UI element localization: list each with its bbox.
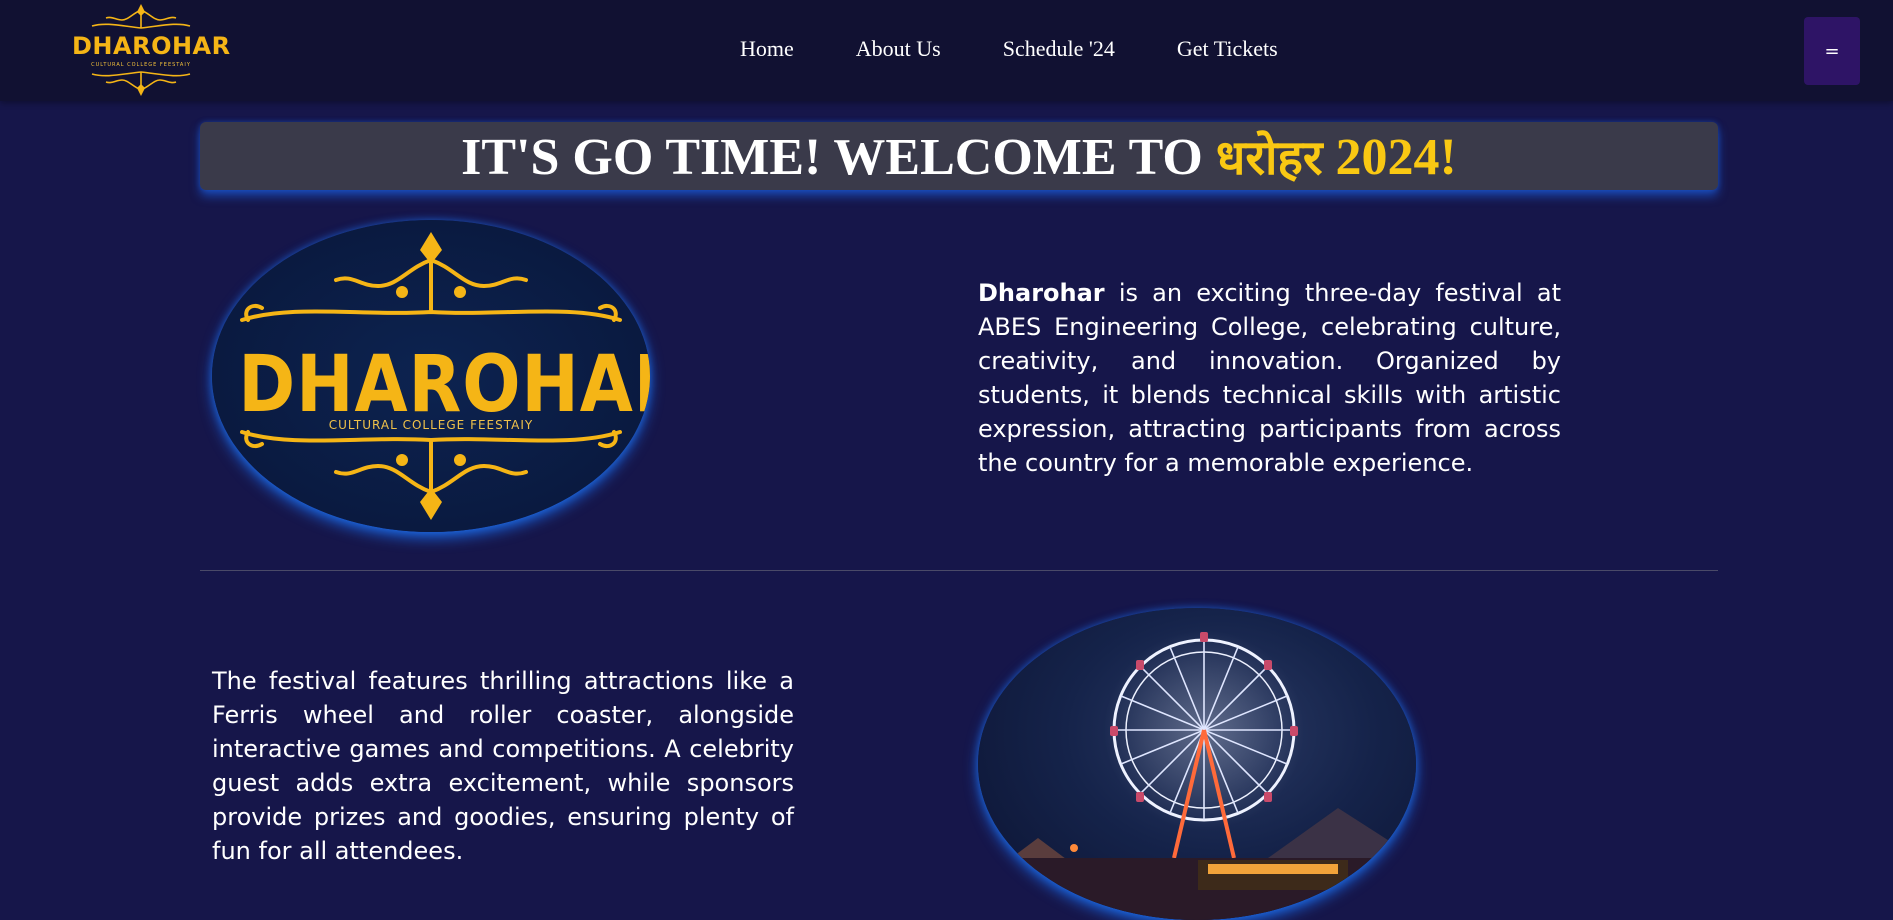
nav-link-home[interactable]: Home [740,36,794,62]
logo-wordmark: DHAROHAR [72,32,231,60]
navbar: DHAROHAR CULTURAL COLLEGE FEESTAIY Home … [0,0,1893,101]
nav-link-about-us[interactable]: About Us [856,36,941,62]
nav-link-get-tickets[interactable]: Get Tickets [1177,36,1278,62]
nav-link-schedule[interactable]: Schedule '24 [1003,36,1115,62]
ferris-wheel-image [978,608,1416,920]
about-description: is an exciting three-day festival at ABE… [978,279,1561,477]
about-brand-name: Dharohar [978,279,1105,307]
about-paragraph: Dharohar is an exciting three-day festiv… [978,276,1561,480]
hero-banner: IT'S GO TIME! WELCOME TO धरोहर 2024! [200,122,1718,190]
festival-logo-wordmark: DHAROHAR [238,340,650,430]
festival-logo-image: DHAROHAR CULTURAL COLLEGE FEESTAIY [212,220,650,532]
logo-subtitle: CULTURAL COLLEGE FEESTAIY [91,62,191,68]
festival-logo-subtitle: CULTURAL COLLEGE FEESTAIY [328,418,534,432]
main-nav: Home About Us Schedule '24 Get Tickets [740,36,1278,62]
hero-title-highlight: धरोहर [1215,129,1323,186]
hero-title-year: 2024! [1322,128,1457,186]
hero-title: IT'S GO TIME! WELCOME TO धरोहर 2024! [461,124,1457,189]
menu-toggle-button[interactable]: = [1804,17,1860,85]
section-divider [200,570,1718,571]
site-logo[interactable]: DHAROHAR CULTURAL COLLEGE FEESTAIY [72,2,231,98]
ferris-wheel-icon [978,630,1416,920]
attractions-paragraph: The festival features thrilling attracti… [212,667,794,865]
hero-title-prefix: IT'S GO TIME! WELCOME TO [461,128,1216,186]
